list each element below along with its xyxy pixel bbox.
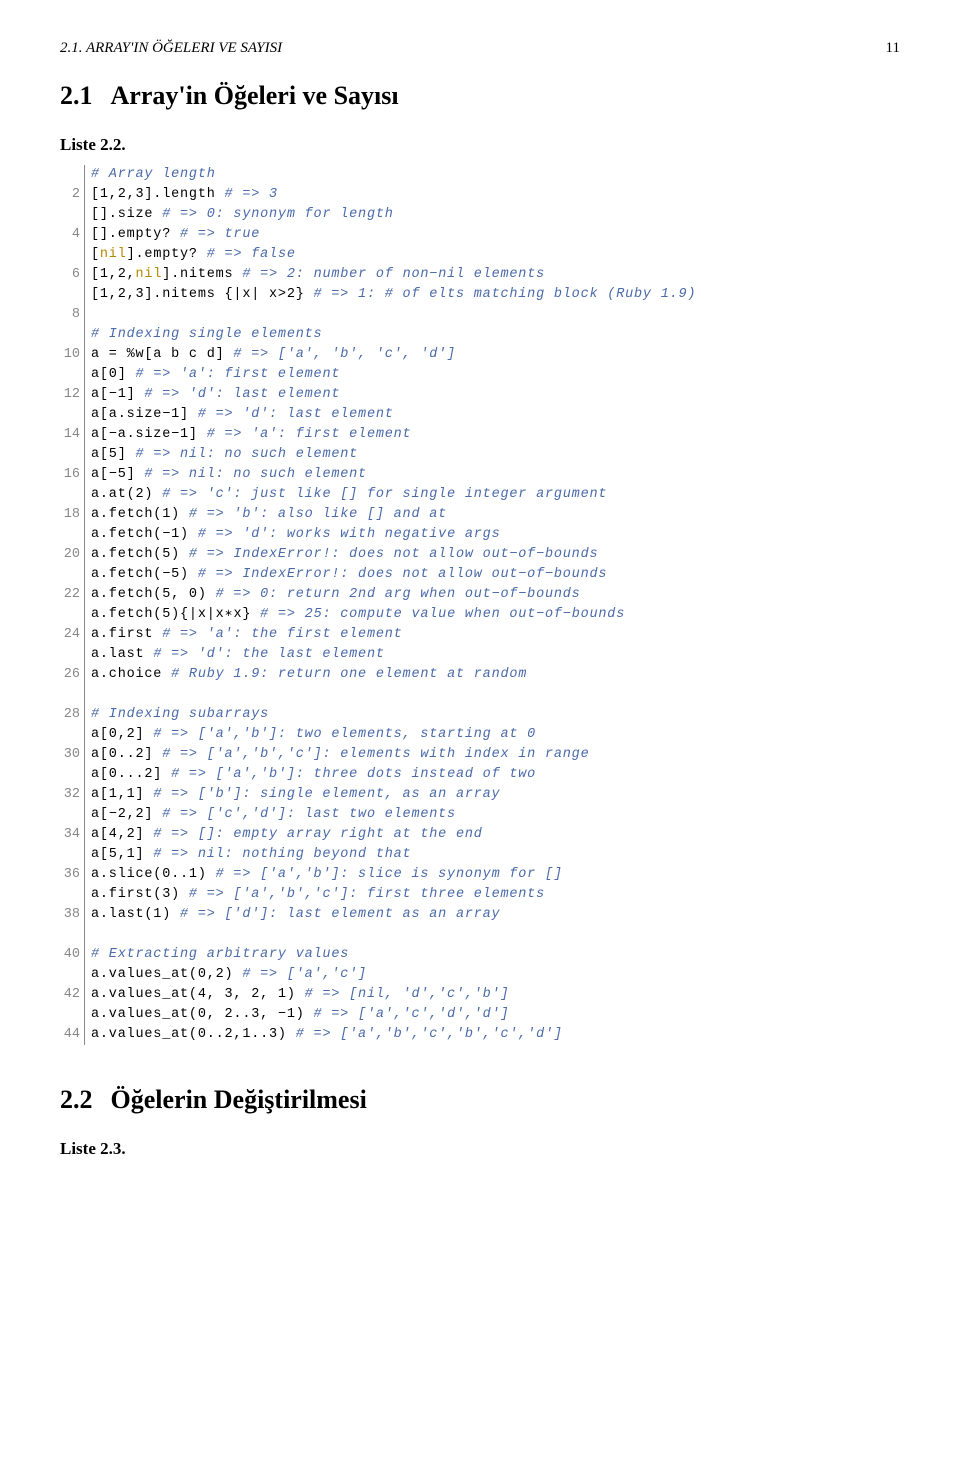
code-line: a.fetch(−1) bbox=[91, 527, 198, 542]
code-content: # Array length [1,2,3].length # => 3 [].… bbox=[85, 165, 696, 1045]
listing-2-2-label: Liste 2.2. bbox=[60, 135, 900, 155]
code-line: a[1,1] bbox=[91, 787, 153, 802]
code-line: [1,2, bbox=[91, 267, 136, 282]
section-title: Öğelerin Değiştirilmesi bbox=[111, 1085, 367, 1114]
code-line: a[0...2] bbox=[91, 767, 171, 782]
keyword-nil: nil bbox=[100, 247, 127, 262]
code-comment: # => 'a': first element bbox=[207, 427, 412, 442]
code-comment: # => ['a','b']: three dots instead of tw… bbox=[171, 767, 536, 782]
code-comment: # => 0: synonym for length bbox=[162, 207, 393, 222]
code-comment: # => ['c','d']: last two elements bbox=[162, 807, 456, 822]
code-line: a.fetch(1) bbox=[91, 507, 189, 522]
code-line: [ bbox=[91, 247, 100, 262]
code-line: a.first(3) bbox=[91, 887, 189, 902]
code-line: a[0..2] bbox=[91, 747, 162, 762]
code-line: a.fetch(5, 0) bbox=[91, 587, 216, 602]
code-line: a.fetch(5) bbox=[91, 547, 189, 562]
code-line: [1,2,3].nitems {|x| x>2} bbox=[91, 287, 314, 302]
code-comment: # => ['d']: last element as an array bbox=[180, 907, 500, 922]
code-line: a[4,2] bbox=[91, 827, 153, 842]
code-line: [].size bbox=[91, 207, 162, 222]
header-left: 2.1. ARRAY'IN ÖĞELERI VE SAYISI bbox=[60, 40, 282, 57]
code-comment: # => ['b']: single element, as an array bbox=[153, 787, 500, 802]
code-comment: # => IndexError!: does not allow out−of−… bbox=[189, 547, 598, 562]
code-comment: # => false bbox=[207, 247, 296, 262]
code-comment: # => 'b': also like [] and at bbox=[189, 507, 447, 522]
section-2-2-heading: 2.2 Öğelerin Değiştirilmesi bbox=[60, 1085, 900, 1115]
code-line: a.choice bbox=[91, 667, 171, 682]
code-comment: # => [nil, 'd','c','b'] bbox=[305, 987, 510, 1002]
code-comment: # => ['a','c'] bbox=[242, 967, 367, 982]
code-comment: # => 2: number of non−nil elements bbox=[242, 267, 545, 282]
running-header: 2.1. ARRAY'IN ÖĞELERI VE SAYISI 11 bbox=[60, 40, 900, 57]
code-line: ].empty? bbox=[127, 247, 207, 262]
line-number-gutter: 2 4 6 8 10 12 14 16 18 20 22 24 26 28 30… bbox=[60, 165, 85, 1045]
code-line: a.slice(0..1) bbox=[91, 867, 216, 882]
code-line: a[5,1] bbox=[91, 847, 153, 862]
code-line: # Array length bbox=[91, 167, 216, 182]
section-number: 2.2 bbox=[60, 1085, 93, 1114]
code-line: a.last bbox=[91, 647, 153, 662]
code-line: a[−5] bbox=[91, 467, 144, 482]
code-line: a[−1] bbox=[91, 387, 144, 402]
code-comment: # => 3 bbox=[225, 187, 278, 202]
code-line: a.fetch(5){|x|x∗x} bbox=[91, 607, 260, 622]
code-comment: # => 0: return 2nd arg when out−of−bound… bbox=[216, 587, 581, 602]
code-line: a.last(1) bbox=[91, 907, 180, 922]
code-comment: # => []: empty array right at the end bbox=[153, 827, 482, 842]
code-comment: # => ['a','b','c']: first three elements bbox=[189, 887, 545, 902]
code-comment: # => nil: nothing beyond that bbox=[153, 847, 411, 862]
code-line: a.fetch(−5) bbox=[91, 567, 198, 582]
code-line: a.first bbox=[91, 627, 162, 642]
code-comment: # => nil: no such element bbox=[144, 467, 367, 482]
keyword-nil: nil bbox=[136, 267, 163, 282]
code-comment: # Indexing subarrays bbox=[91, 707, 269, 722]
code-line: a.at(2) bbox=[91, 487, 162, 502]
code-line: ].nitems bbox=[162, 267, 242, 282]
code-comment: # => ['a','b','c']: elements with index … bbox=[162, 747, 589, 762]
code-comment: # => 'a': first element bbox=[136, 367, 341, 382]
code-comment: # => 1: # of elts matching block (Ruby 1… bbox=[314, 287, 697, 302]
code-line: a[0,2] bbox=[91, 727, 153, 742]
code-line: a[a.size−1] bbox=[91, 407, 198, 422]
code-line: [1,2,3].length bbox=[91, 187, 225, 202]
listing-2-3-label: Liste 2.3. bbox=[60, 1139, 900, 1159]
code-comment: # => 'd': last element bbox=[198, 407, 394, 422]
section-title: Array'in Öğeleri ve Sayısı bbox=[111, 81, 399, 110]
page-number: 11 bbox=[886, 40, 900, 57]
code-comment: # => true bbox=[180, 227, 260, 242]
code-comment: # => 'd': last element bbox=[144, 387, 340, 402]
code-line: a.values_at(4, 3, 2, 1) bbox=[91, 987, 305, 1002]
code-line: a = %w[a b c d] bbox=[91, 347, 233, 362]
code-comment: # Ruby 1.9: return one element at random bbox=[171, 667, 527, 682]
code-line: [].empty? bbox=[91, 227, 180, 242]
code-comment: # => ['a','c','d','d'] bbox=[314, 1007, 510, 1022]
section-number: 2.1 bbox=[60, 81, 93, 110]
code-comment: # => 'd': the last element bbox=[153, 647, 384, 662]
code-comment: # => 25: compute value when out−of−bound… bbox=[260, 607, 625, 622]
code-comment: # => ['a', 'b', 'c', 'd'] bbox=[233, 347, 456, 362]
code-line: a[5] bbox=[91, 447, 136, 462]
code-line: a[−a.size−1] bbox=[91, 427, 207, 442]
code-comment: # => 'd': works with negative args bbox=[198, 527, 501, 542]
code-line: a.values_at(0,2) bbox=[91, 967, 242, 982]
code-comment: # Indexing single elements bbox=[91, 327, 322, 342]
code-line: a.values_at(0..2,1..3) bbox=[91, 1027, 296, 1042]
code-listing-2-2: 2 4 6 8 10 12 14 16 18 20 22 24 26 28 30… bbox=[60, 165, 900, 1045]
code-comment: # => ['a','b']: two elements, starting a… bbox=[153, 727, 536, 742]
code-comment: # => IndexError!: does not allow out−of−… bbox=[198, 567, 607, 582]
code-comment: # => 'c': just like [] for single intege… bbox=[162, 487, 607, 502]
code-comment: # => ['a','b','c','b','c','d'] bbox=[296, 1027, 563, 1042]
code-line: a[−2,2] bbox=[91, 807, 162, 822]
code-line: a[0] bbox=[91, 367, 136, 382]
code-comment: # => 'a': the first element bbox=[162, 627, 402, 642]
code-comment: # Extracting arbitrary values bbox=[91, 947, 349, 962]
code-line: a.values_at(0, 2..3, −1) bbox=[91, 1007, 314, 1022]
code-comment: # => nil: no such element bbox=[136, 447, 359, 462]
code-comment: # => ['a','b']: slice is synonym for [] bbox=[216, 867, 563, 882]
section-2-1-heading: 2.1 Array'in Öğeleri ve Sayısı bbox=[60, 81, 900, 111]
